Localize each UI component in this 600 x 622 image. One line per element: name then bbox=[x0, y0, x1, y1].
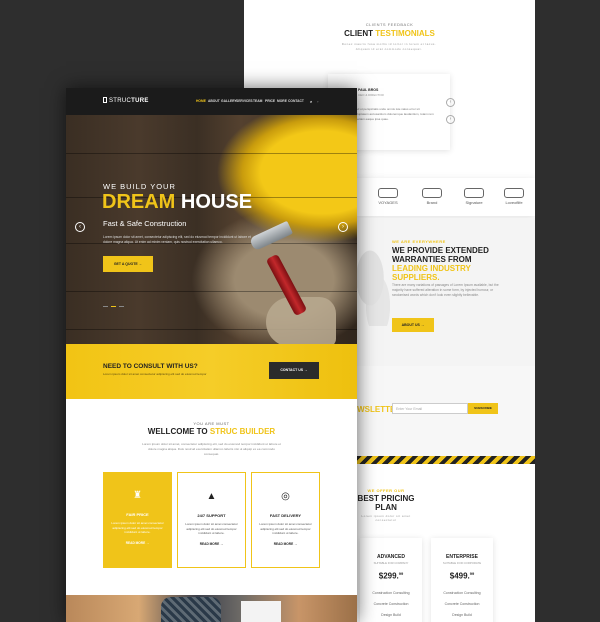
pricing-kicker: WE OFFER OUR bbox=[367, 488, 405, 493]
welcome-title: WELLCOME TO STRUC BUILDER bbox=[147, 427, 276, 436]
contact-us-button[interactable]: CONTACT US → bbox=[269, 362, 319, 379]
workers-photo bbox=[66, 595, 357, 622]
hammer-head-graphic bbox=[249, 220, 293, 252]
feature-text: Lorem ipsum dolor sit amet consectetur a… bbox=[259, 522, 312, 535]
hero-tagline: Fast & Safe Construction bbox=[103, 219, 187, 228]
consult-subtitle: Lorem ipsum dolor sit amet consectetur a… bbox=[103, 372, 207, 376]
brand-logo: VOYAGES bbox=[378, 188, 398, 205]
feature-title: FAST DELIVERY bbox=[269, 513, 302, 518]
newsletter-email-input[interactable]: Enter Your Email bbox=[392, 403, 468, 414]
read-more-link[interactable]: READ MORE → bbox=[252, 542, 319, 546]
pricing-text: Lorem ipsum dolor sit amet consectetur bbox=[361, 514, 411, 522]
read-more-link[interactable]: READ MORE → bbox=[103, 541, 172, 545]
welcome-kicker: YOU ARE MUST bbox=[193, 421, 230, 426]
welcome-text: Lorem ipsum dolor sit amet, consectetur … bbox=[142, 442, 281, 456]
brand-logo: Brand bbox=[422, 188, 442, 205]
testimonial-name: PAUL BROS bbox=[358, 88, 379, 92]
subscribe-button[interactable]: SUBSCRIBE bbox=[468, 403, 498, 414]
plan-subtitle: SUITABLE FOR COMPANY bbox=[373, 561, 409, 565]
feature-text: Lorem ipsum dolor sit amet consectetur a… bbox=[111, 521, 164, 534]
delivery-icon: ◎ bbox=[281, 491, 290, 502]
plan-name: ADVANCED bbox=[377, 554, 405, 560]
pricing-card-enterprise: ENTERPRISE SUITABLE FOR CORPORATE $499.9… bbox=[431, 538, 493, 622]
brand-logos-strip: VOYAGES Brand Signature Loveoflife bbox=[356, 178, 535, 216]
nav-price[interactable]: PRICE bbox=[265, 99, 275, 103]
money-bag-icon: ♜ bbox=[133, 490, 142, 501]
hero-title: DREAM HOUSE bbox=[102, 191, 253, 213]
site-logo[interactable]: STRUCTURE bbox=[103, 97, 149, 104]
hero-kicker: WE BUILD YOUR bbox=[103, 182, 176, 191]
nav-about[interactable]: ABOUT bbox=[208, 99, 220, 103]
warranty-title: WE PROVIDE EXTENDED WARRANTIES FROM LEAD… bbox=[392, 246, 489, 282]
slider-dot[interactable] bbox=[103, 305, 108, 307]
feature-title: FAIR PRICE bbox=[126, 512, 149, 517]
slider-dots bbox=[103, 294, 127, 312]
search-icon[interactable]: ⌕ bbox=[310, 99, 312, 104]
hazard-stripe-divider bbox=[356, 456, 535, 464]
feature-text: Lorem ipsum dolor sit amet consectetur a… bbox=[185, 522, 238, 535]
plan-name: ENTERPRISE bbox=[446, 554, 478, 560]
brand-logo: Loveoflife bbox=[504, 188, 524, 205]
nav-contact[interactable]: CONTACT bbox=[288, 99, 304, 103]
nav-team[interactable]: TEAM bbox=[253, 99, 262, 103]
testimonial-quote: Sed ut perspiciatis unde omnis iste natu… bbox=[354, 107, 434, 121]
feedback-text: Donec mauris fusa mollis id tortor in lo… bbox=[341, 42, 437, 51]
world-map-graphic bbox=[354, 246, 394, 326]
next-testimonial-icon[interactable]: › bbox=[446, 115, 455, 124]
plan-features: Construction Consulting Concrete Construc… bbox=[443, 590, 481, 617]
nav-gallery[interactable]: GALLERY bbox=[221, 99, 237, 103]
pricing-card-advanced: ADVANCED SUITABLE FOR COMPANY $299.99 Co… bbox=[360, 538, 422, 622]
front-page-mockup: STRUCTURE HOME ABOUT GALLERY SERVICES TE… bbox=[66, 88, 357, 622]
slider-prev-icon[interactable]: ‹ bbox=[75, 222, 85, 232]
feedback-kicker: CLIENTS FEEDBACK bbox=[365, 22, 414, 27]
feature-card-support: ▲ 24/7 SUPPORT Lorem ipsum dolor sit ame… bbox=[177, 472, 246, 568]
slider-dot[interactable] bbox=[119, 305, 124, 307]
testimonials-title: CLIENT TESTIMONIALS bbox=[344, 29, 435, 38]
cart-icon[interactable]: ◦ bbox=[317, 99, 318, 104]
feature-card-fair-price: ♜ FAIR PRICE Lorem ipsum dolor sit amet … bbox=[103, 472, 172, 568]
hero-text: Lorem ipsum dolor sit amet, consectetur … bbox=[103, 235, 251, 244]
testimonial-role: CEO & DIRECTOR bbox=[358, 93, 384, 97]
plan-features: Construction Consulting Concrete Construc… bbox=[372, 590, 410, 617]
brand-logo: Signature bbox=[464, 188, 484, 205]
plan-price: $499.99 bbox=[449, 571, 475, 581]
warranty-text: There are many variations of passages of… bbox=[392, 283, 499, 297]
top-navbar: STRUCTURE HOME ABOUT GALLERY SERVICES TE… bbox=[66, 88, 357, 115]
get-a-quote-button[interactable]: GET A QUOTE → bbox=[103, 256, 153, 272]
plan-price: $299.99 bbox=[378, 571, 404, 581]
nav-home[interactable]: HOME bbox=[196, 99, 206, 103]
slider-dot[interactable] bbox=[111, 305, 116, 307]
feature-title: 24/7 SUPPORT bbox=[197, 513, 226, 518]
rocket-icon: ▲ bbox=[206, 491, 217, 502]
plan-subtitle: SUITABLE FOR CORPORATE bbox=[442, 561, 482, 565]
consult-title: NEED TO CONSULT WITH US? bbox=[103, 363, 198, 370]
building-icon bbox=[103, 97, 107, 103]
about-us-button[interactable]: ABOUT US → bbox=[392, 318, 434, 332]
feature-card-delivery: ◎ FAST DELIVERY Lorem ipsum dolor sit am… bbox=[251, 472, 320, 568]
prev-testimonial-icon[interactable]: ‹ bbox=[446, 98, 455, 107]
nav-services[interactable]: SERVICES bbox=[236, 99, 253, 103]
pricing-title: BEST PRICING PLAN bbox=[357, 494, 415, 512]
nav-more[interactable]: MORE bbox=[277, 99, 287, 103]
slider-next-icon[interactable]: › bbox=[338, 222, 348, 232]
read-more-link[interactable]: READ MORE → bbox=[178, 542, 245, 546]
everywhere-kicker: WE ARE EVERYWHERE bbox=[392, 239, 446, 244]
